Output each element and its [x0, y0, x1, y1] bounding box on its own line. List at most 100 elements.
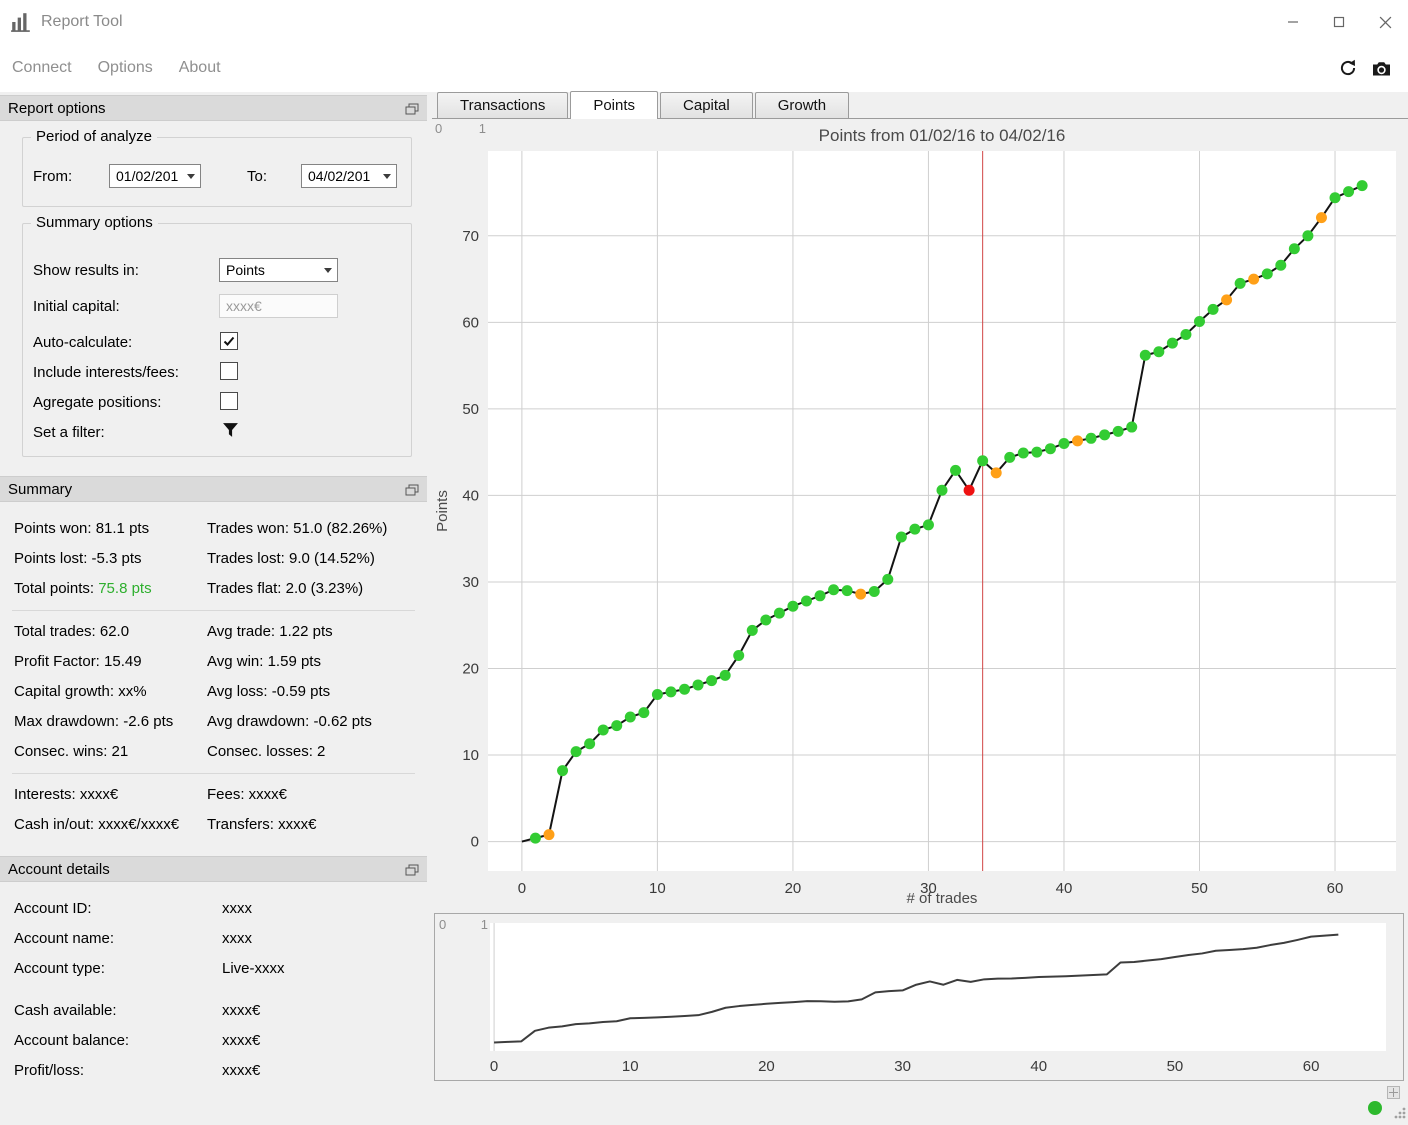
tab-growth[interactable]: Growth — [754, 92, 850, 118]
menu-connect[interactable]: Connect — [12, 59, 72, 77]
period-group-label: Period of analyze — [31, 128, 157, 145]
float-panel-icon[interactable] — [405, 864, 419, 876]
summary-row: Max drawdown: -2.6 pts Avg drawdown: -0.… — [0, 707, 427, 737]
close-button[interactable] — [1362, 0, 1408, 44]
maximize-button[interactable] — [1316, 0, 1362, 44]
summary-row: Cash in/out: xxxx€/xxxx€ Transfers: xxxx… — [0, 810, 427, 840]
minimize-button[interactable] — [1270, 0, 1316, 44]
summary-row: Points won: 81.1 pts Trades won: 51.0 (8… — [0, 514, 427, 544]
auto-calculate-label: Auto-calculate: — [33, 334, 133, 351]
svg-text:40: 40 — [1030, 1058, 1047, 1075]
svg-text:20: 20 — [758, 1058, 775, 1075]
svg-text:60: 60 — [1303, 1058, 1320, 1075]
avg-trade: Avg trade: 1.22 pts — [207, 623, 333, 640]
chevron-down-icon — [324, 268, 332, 273]
svg-text:0: 0 — [518, 880, 526, 897]
points-chart-canvas[interactable]: 0 10 20 30 40 50 60010203040506070Points from … — [432, 119, 1408, 911]
account-details-section: Account details Account ID: xxxx Account… — [0, 856, 427, 1086]
close-icon — [1379, 16, 1391, 28]
summary-row: Interests: xxxx€ Fees: xxxx€ — [0, 780, 427, 810]
report-options-title: Report options — [8, 99, 106, 117]
svg-text:20: 20 — [462, 661, 479, 678]
svg-text:30: 30 — [894, 1058, 911, 1075]
maximize-icon — [1333, 16, 1345, 28]
total-points: Total points: 75.8 pts — [14, 580, 152, 597]
trades-won: Trades won: 51.0 (82.26%) — [207, 520, 388, 537]
app-title: Report Tool — [41, 13, 123, 30]
svg-text:# of trades: # of trades — [907, 890, 978, 907]
initial-capital-field[interactable] — [219, 294, 338, 318]
app-window: Report Tool Connect Options About Report… — [0, 0, 1408, 1125]
left-panel: Report options Period of analyze From: 0… — [0, 95, 427, 1100]
tab-bar: Transactions Points Capital Growth — [432, 91, 1408, 119]
float-panel-icon[interactable] — [405, 484, 419, 496]
camera-icon[interactable] — [1371, 60, 1392, 77]
account-row: Account ID: xxxx — [14, 900, 252, 917]
summary-title: Summary — [8, 480, 73, 498]
svg-text:70: 70 — [462, 228, 479, 245]
menubar: Connect Options About — [0, 44, 1408, 92]
account-row: Account balance: xxxx€ — [14, 1032, 261, 1049]
total-trades: Total trades: 62.0 — [14, 623, 130, 640]
account-row: Account type: Live-xxxx — [14, 960, 285, 977]
summary-options-label: Summary options — [31, 214, 158, 231]
account-row: Account name: xxxx — [14, 930, 252, 947]
avg-win: Avg win: 1.59 pts — [207, 653, 321, 670]
avg-loss: Avg loss: -0.59 pts — [207, 683, 331, 700]
plot-options-icon[interactable] — [1387, 1086, 1400, 1099]
svg-text:40: 40 — [1056, 880, 1073, 897]
agregate-positions-checkbox[interactable] — [220, 392, 238, 410]
svg-text:0: 0 — [435, 121, 442, 136]
titlebar[interactable]: Report Tool — [0, 0, 1408, 44]
right-panel: Transactions Points Capital Growth 0 10 20… — [432, 91, 1408, 1125]
svg-text:60: 60 — [1327, 880, 1344, 897]
svg-text:50: 50 — [462, 401, 479, 418]
transfers: Transfers: xxxx€ — [207, 816, 317, 833]
tab-transactions[interactable]: Transactions — [437, 92, 569, 118]
fees: Fees: xxxx€ — [207, 786, 288, 803]
overview-chart[interactable]: 0 10 20 30 40 50 60 0 1 — [434, 913, 1404, 1081]
tab-capital[interactable]: Capital — [660, 92, 753, 118]
avg-drawdown: Avg drawdown: -0.62 pts — [207, 713, 372, 730]
to-date-combobox[interactable]: 04/02/201 — [301, 164, 397, 188]
svg-text:50: 50 — [1191, 880, 1208, 897]
divider — [12, 773, 415, 774]
float-panel-icon[interactable] — [405, 103, 419, 115]
trades-flat: Trades flat: 2.0 (3.23%) — [207, 580, 364, 597]
show-results-combobox[interactable]: Points — [219, 258, 338, 282]
refresh-icon[interactable] — [1338, 58, 1358, 78]
minimize-icon — [1288, 21, 1298, 23]
chevron-down-icon — [383, 174, 391, 179]
account-details-title: Account details — [8, 860, 110, 878]
menu-options[interactable]: Options — [98, 59, 153, 77]
window-controls — [1270, 0, 1408, 44]
points-lost: Points lost: -5.3 pts — [14, 550, 142, 567]
svg-text:60: 60 — [462, 314, 479, 331]
tab-points[interactable]: Points — [570, 91, 659, 119]
chevron-down-icon — [187, 174, 195, 179]
account-row: Profit/loss: xxxx€ — [14, 1062, 261, 1079]
divider — [12, 610, 415, 611]
auto-calculate-checkbox[interactable] — [220, 332, 238, 350]
svg-text:1: 1 — [481, 917, 488, 932]
summary-row: Capital growth: xx% Avg loss: -0.59 pts — [0, 677, 427, 707]
to-label: To: — [247, 168, 268, 185]
include-fees-label: Include interests/fees: — [33, 364, 179, 381]
svg-text:30: 30 — [462, 574, 479, 591]
profit-factor: Profit Factor: 15.49 — [14, 653, 142, 670]
resize-grip[interactable] — [1393, 1106, 1407, 1124]
menu-about[interactable]: About — [179, 59, 221, 77]
from-date-combobox[interactable]: 01/02/201 — [109, 164, 201, 188]
check-icon — [223, 336, 235, 346]
show-results-label: Show results in: — [33, 262, 139, 279]
points-won: Points won: 81.1 pts — [14, 520, 150, 537]
points-chart[interactable]: 0 10 20 30 40 50 60 0 10 20 30 40 50 60 70 Points from … — [432, 119, 1408, 911]
include-fees-checkbox[interactable] — [220, 362, 238, 380]
filter-icon[interactable] — [222, 423, 239, 438]
summary-row: Total trades: 62.0 Avg trade: 1.22 pts — [0, 617, 427, 647]
from-label: From: — [33, 168, 73, 185]
svg-text:10: 10 — [622, 1058, 639, 1075]
summary-row: Consec. wins: 21 Consec. losses: 2 — [0, 737, 427, 767]
svg-text:0: 0 — [439, 917, 446, 932]
overview-chart-canvas[interactable]: 0 10 20 30 40 50 60 0 1 — [436, 915, 1402, 1079]
